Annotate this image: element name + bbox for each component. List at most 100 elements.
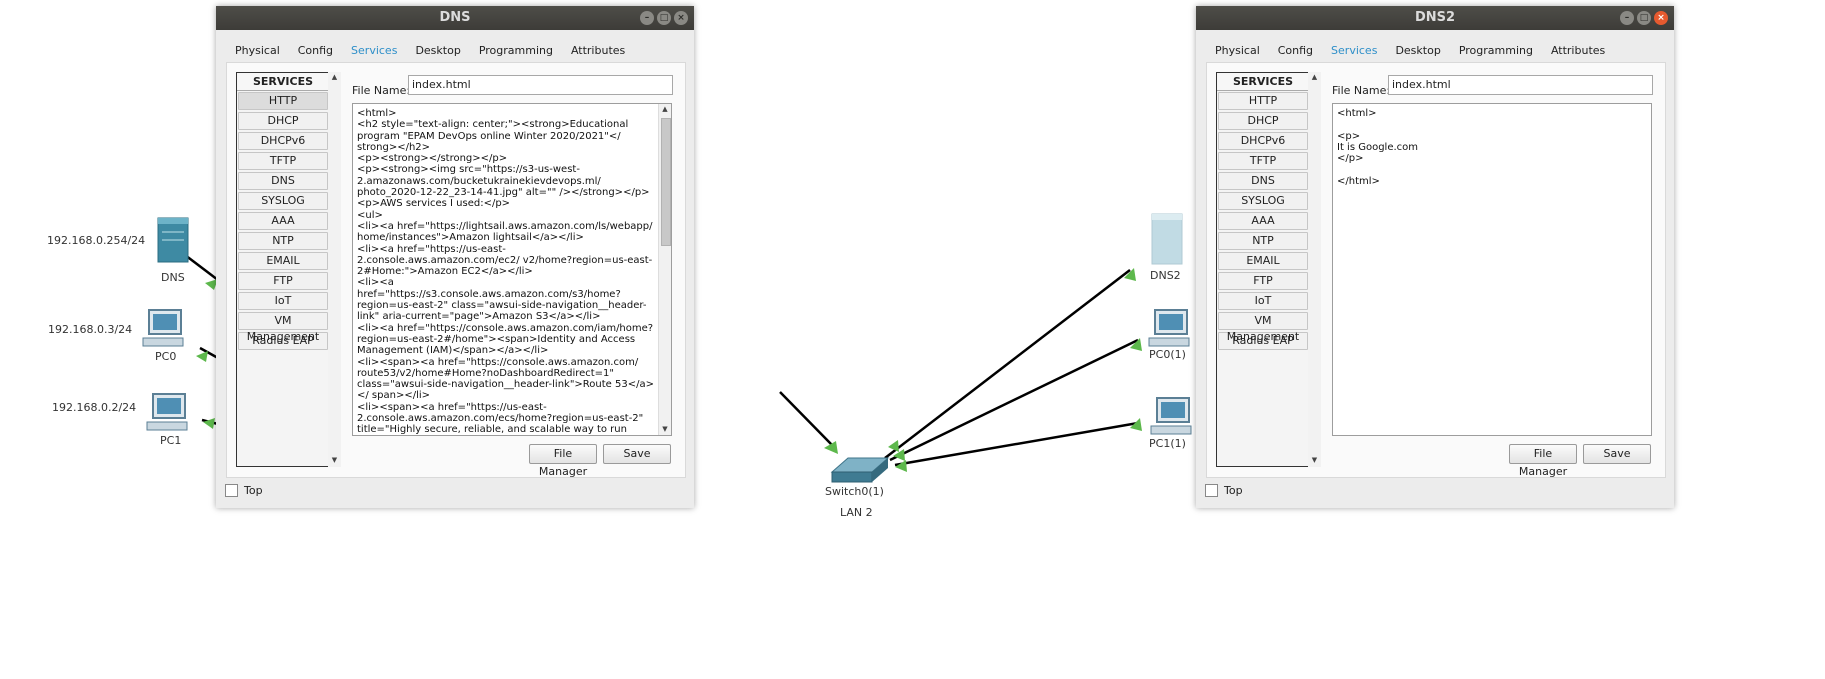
device-label-pc0: PC0 bbox=[155, 350, 177, 363]
top-checkbox[interactable] bbox=[1205, 484, 1218, 497]
device-label-pc1-1: PC1(1) bbox=[1149, 437, 1186, 450]
editor-content[interactable]: <html> <h2 style="text-align: center;"><… bbox=[357, 108, 657, 435]
server-icon[interactable] bbox=[1151, 213, 1183, 265]
file-name-input[interactable]: index.html bbox=[408, 75, 673, 95]
scroll-down-icon[interactable]: ▼ bbox=[1308, 455, 1321, 465]
window-title: DNS bbox=[439, 10, 471, 25]
service-item-aaa[interactable]: AAA bbox=[238, 212, 328, 230]
editor-scrollbar[interactable]: ▲ ▼ bbox=[658, 104, 671, 435]
save-button[interactable]: Save bbox=[603, 444, 671, 464]
service-item-syslog[interactable]: SYSLOG bbox=[1218, 192, 1308, 210]
html-editor[interactable]: <html> <h2 style="text-align: center;"><… bbox=[352, 103, 672, 436]
service-item-vm-management[interactable]: VM Management bbox=[238, 312, 328, 343]
close-icon[interactable]: × bbox=[1654, 11, 1668, 25]
dns2-window: DNS2 – □ × Physical Config Services Desk… bbox=[1196, 6, 1674, 508]
minimize-icon[interactable]: – bbox=[1620, 11, 1634, 25]
scroll-up-icon[interactable]: ▲ bbox=[1308, 72, 1321, 82]
service-item-dhcpv6[interactable]: DHCPv6 bbox=[1218, 132, 1308, 150]
device-label-dns2: DNS2 bbox=[1150, 269, 1181, 282]
service-item-email[interactable]: EMAIL bbox=[1218, 252, 1308, 270]
scroll-up-icon[interactable]: ▲ bbox=[659, 104, 671, 114]
services-scrollbar[interactable]: ▲ ▼ bbox=[328, 72, 341, 467]
file-name-label: File Name: bbox=[352, 84, 411, 97]
services-scrollbar[interactable]: ▲ ▼ bbox=[1308, 72, 1321, 467]
service-item-dhcp[interactable]: DHCP bbox=[1218, 112, 1308, 130]
link-switch-pc1-1[interactable] bbox=[894, 421, 1139, 467]
service-item-iot[interactable]: IoT bbox=[238, 292, 328, 310]
service-item-http[interactable]: HTTP bbox=[1218, 92, 1308, 110]
service-item-iot[interactable]: IoT bbox=[1218, 292, 1308, 310]
link-status-pc0 bbox=[196, 351, 208, 362]
window-title: DNS2 bbox=[1414, 10, 1456, 25]
top-checkbox-row: Top bbox=[225, 484, 263, 497]
server-icon[interactable] bbox=[157, 217, 189, 263]
service-item-vm-management[interactable]: VM Management bbox=[1218, 312, 1308, 343]
services-list: SERVICES HTTP DHCP DHCPv6 TFTP DNS SYSLO… bbox=[236, 72, 330, 467]
pc-icon[interactable] bbox=[1150, 397, 1192, 435]
tab-desktop[interactable]: Desktop bbox=[1386, 40, 1449, 62]
scroll-down-icon[interactable]: ▼ bbox=[328, 455, 341, 465]
title-bar[interactable]: DNS – □ × bbox=[216, 6, 694, 30]
dns-window: DNS – □ × Physical Config Services Deskt… bbox=[216, 6, 694, 508]
file-manager-button[interactable]: File Manager bbox=[529, 444, 597, 478]
service-item-email[interactable]: EMAIL bbox=[238, 252, 328, 270]
device-label-pc1: PC1 bbox=[160, 434, 182, 447]
ip-label-pc1: 192.168.0.2/24 bbox=[52, 401, 137, 414]
tab-programming[interactable]: Programming bbox=[470, 40, 562, 62]
service-item-ftp[interactable]: FTP bbox=[1218, 272, 1308, 290]
scroll-thumb[interactable] bbox=[661, 118, 671, 246]
pc-icon[interactable] bbox=[146, 393, 188, 431]
tab-programming[interactable]: Programming bbox=[1450, 40, 1542, 62]
maximize-icon[interactable]: □ bbox=[657, 11, 671, 25]
service-item-tftp[interactable]: TFTP bbox=[1218, 152, 1308, 170]
service-item-dns[interactable]: DNS bbox=[238, 172, 328, 190]
ip-label-dns: 192.168.0.254/24 bbox=[47, 234, 146, 247]
close-icon[interactable]: × bbox=[674, 11, 688, 25]
pc-icon[interactable] bbox=[1148, 309, 1190, 347]
tab-desktop[interactable]: Desktop bbox=[406, 40, 469, 62]
device-label-pc0-1: PC0(1) bbox=[1149, 348, 1186, 361]
services-header: SERVICES bbox=[1217, 73, 1309, 91]
tab-physical[interactable]: Physical bbox=[1206, 40, 1269, 62]
file-manager-button[interactable]: File Manager bbox=[1509, 444, 1577, 478]
scroll-down-icon[interactable]: ▼ bbox=[659, 424, 671, 434]
service-item-syslog[interactable]: SYSLOG bbox=[238, 192, 328, 210]
ip-label-pc0: 192.168.0.3/24 bbox=[48, 323, 133, 336]
service-item-dhcp[interactable]: DHCP bbox=[238, 112, 328, 130]
service-item-http[interactable]: HTTP bbox=[238, 92, 328, 110]
switch-icon[interactable] bbox=[830, 457, 890, 483]
device-label-dns: DNS bbox=[161, 271, 185, 284]
save-button[interactable]: Save bbox=[1583, 444, 1651, 464]
service-item-ftp[interactable]: FTP bbox=[238, 272, 328, 290]
top-checkbox-row: Top bbox=[1205, 484, 1243, 497]
service-item-dns[interactable]: DNS bbox=[1218, 172, 1308, 190]
tab-attributes[interactable]: Attributes bbox=[1542, 40, 1614, 62]
service-item-tftp[interactable]: TFTP bbox=[238, 152, 328, 170]
file-name-input[interactable]: index.html bbox=[1388, 75, 1653, 95]
maximize-icon[interactable]: □ bbox=[1637, 11, 1651, 25]
services-header: SERVICES bbox=[237, 73, 329, 91]
scroll-up-icon[interactable]: ▲ bbox=[328, 72, 341, 82]
tab-physical[interactable]: Physical bbox=[226, 40, 289, 62]
pc-icon[interactable] bbox=[142, 309, 184, 347]
top-checkbox-label: Top bbox=[244, 484, 263, 497]
services-panel: SERVICES HTTP DHCP DHCPv6 TFTP DNS SYSLO… bbox=[1206, 62, 1666, 478]
file-name-label: File Name: bbox=[1332, 84, 1391, 97]
link-dns[interactable] bbox=[184, 254, 219, 281]
tab-attributes[interactable]: Attributes bbox=[562, 40, 634, 62]
service-item-ntp[interactable]: NTP bbox=[1218, 232, 1308, 250]
service-item-dhcpv6[interactable]: DHCPv6 bbox=[238, 132, 328, 150]
title-bar[interactable]: DNS2 – □ × bbox=[1196, 6, 1674, 30]
top-checkbox-label: Top bbox=[1224, 484, 1243, 497]
editor-content[interactable]: <html> <p> It is Google.com </p> </html> bbox=[1337, 108, 1637, 187]
link-dnswindow-switch[interactable] bbox=[779, 391, 833, 446]
service-item-ntp[interactable]: NTP bbox=[238, 232, 328, 250]
top-checkbox[interactable] bbox=[225, 484, 238, 497]
html-editor[interactable]: <html> <p> It is Google.com </p> </html> bbox=[1332, 103, 1652, 436]
tab-bar: Physical Config Services Desktop Program… bbox=[1206, 40, 1614, 65]
tab-config[interactable]: Config bbox=[289, 40, 342, 62]
minimize-icon[interactable]: – bbox=[640, 11, 654, 25]
service-item-aaa[interactable]: AAA bbox=[1218, 212, 1308, 230]
device-label-switch: Switch0(1) bbox=[825, 485, 884, 498]
tab-config[interactable]: Config bbox=[1269, 40, 1322, 62]
